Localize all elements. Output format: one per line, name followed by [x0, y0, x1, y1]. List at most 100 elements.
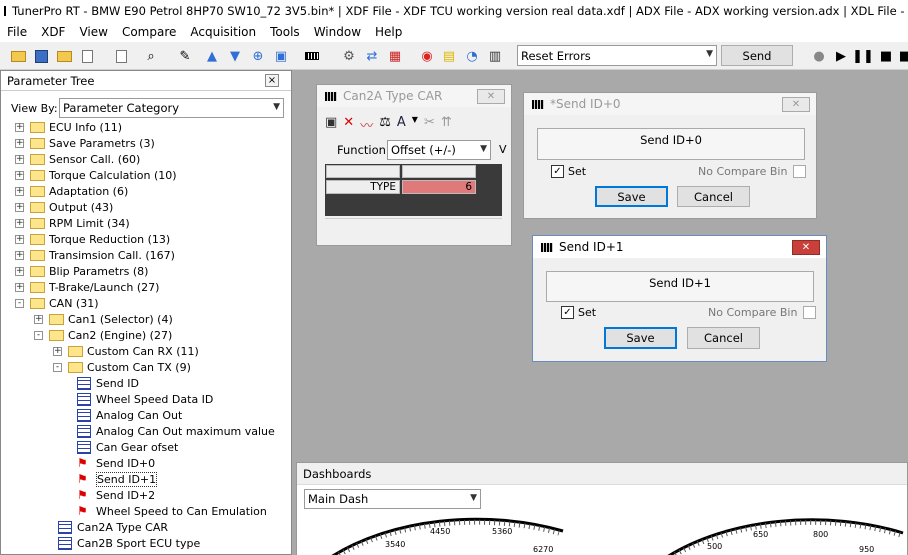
chart-icon[interactable]: 〰 — [360, 115, 373, 134]
save-button[interactable]: Save — [595, 186, 668, 207]
menu-acquisition[interactable]: Acquisition — [183, 25, 263, 39]
text-color-icon[interactable]: A — [397, 115, 406, 134]
tree-item[interactable]: ECU Info (11) — [30, 119, 122, 135]
delete-icon[interactable]: ✕ — [343, 115, 354, 134]
collapse-icon[interactable]: - — [34, 331, 43, 340]
expand-icon[interactable]: + — [15, 235, 24, 244]
no-compare-checkbox[interactable] — [803, 306, 817, 319]
flip-icon[interactable]: ⇈ — [441, 115, 452, 134]
expand-icon[interactable]: + — [15, 171, 24, 180]
swap-icon[interactable]: ⇄ — [363, 47, 381, 65]
chip-icon[interactable] — [303, 47, 321, 65]
collapse-icon[interactable]: - — [15, 299, 24, 308]
tree-item[interactable]: Can Gear ofset — [77, 439, 178, 455]
chip-flash-icon[interactable]: ▦ — [386, 47, 404, 65]
expand-icon[interactable]: + — [15, 283, 24, 292]
note-icon[interactable]: ▤ — [440, 47, 458, 65]
command-select[interactable]: Reset Errors ▼ — [517, 45, 717, 66]
function-select[interactable]: Offset (+/-) ▼ — [387, 140, 491, 160]
expand-icon[interactable]: + — [15, 123, 24, 132]
send-id0-field[interactable]: Send ID+0 — [537, 128, 805, 160]
filter-icon[interactable]: ⌕ — [142, 47, 160, 65]
tree-item[interactable]: Transimsion Call. (167) — [30, 247, 175, 263]
stop-icon[interactable]: ◉ — [418, 47, 436, 65]
tree-item[interactable]: Can2 (Engine) (27) — [49, 327, 172, 343]
tree-item[interactable]: Can2A Type CAR — [58, 519, 168, 535]
tree-item[interactable]: Save Parametrs (3) — [30, 135, 155, 151]
close-icon[interactable]: ✕ — [792, 240, 820, 255]
expand-icon[interactable]: + — [15, 155, 24, 164]
no-compare-checkbox[interactable] — [793, 165, 807, 178]
tree-item[interactable]: Can2B Sport ECU type — [58, 535, 200, 551]
cancel-button[interactable]: Cancel — [677, 186, 750, 207]
tree-item[interactable]: Torque Calculation (10) — [30, 167, 177, 183]
stop-square-icon[interactable]: ■ — [877, 47, 895, 65]
tree-item[interactable]: Custom Can RX (11) — [68, 343, 199, 359]
menu-window[interactable]: Window — [307, 25, 368, 39]
settings-icon[interactable]: ⚙ — [340, 47, 358, 65]
tree-item[interactable]: Sensor Call. (60) — [30, 151, 140, 167]
menu-file[interactable]: File — [0, 25, 34, 39]
tree-item[interactable]: ⚑ Send ID+2 — [77, 487, 155, 503]
menu-compare[interactable]: Compare — [115, 25, 183, 39]
tree-item[interactable]: T-Brake/Launch (27) — [30, 279, 159, 295]
send-button[interactable]: Send — [721, 45, 793, 66]
send-id1-field[interactable]: Send ID+1 — [546, 271, 814, 302]
tree-item[interactable]: Can1 (Selector) (4) — [49, 311, 173, 327]
download-icon[interactable]: ⊕ — [249, 47, 267, 65]
expand-icon[interactable]: + — [34, 315, 43, 324]
paste-icon[interactable]: ▣ — [272, 47, 290, 65]
save-button[interactable]: Save — [604, 327, 677, 349]
cut-icon[interactable]: ✂ — [424, 115, 435, 134]
menu-tools[interactable]: Tools — [263, 25, 307, 39]
tree-item[interactable]: Adaptation (6) — [30, 183, 128, 199]
gauge-icon[interactable]: ◔ — [463, 47, 481, 65]
collapse-icon[interactable]: - — [53, 363, 62, 372]
tree-item[interactable]: ⚑ Send ID+1 — [77, 471, 158, 487]
tree-item[interactable]: Analog Can Out — [77, 407, 182, 423]
graph-icon[interactable]: ▥ — [486, 47, 504, 65]
tree-item[interactable]: Blip Parametrs (8) — [30, 263, 148, 279]
tree-item[interactable]: RPM Limit (34) — [30, 215, 130, 231]
arrow-up-icon[interactable]: ▲ — [203, 47, 221, 65]
menu-help[interactable]: Help — [368, 25, 409, 39]
close-icon[interactable]: × — [265, 74, 279, 87]
balance-icon[interactable]: ⚖ — [379, 115, 391, 134]
value-cell[interactable]: 6 — [402, 180, 476, 194]
open-folder-icon[interactable] — [9, 47, 27, 65]
pause-icon[interactable]: ❚❚ — [852, 47, 874, 65]
expand-icon[interactable]: + — [53, 347, 62, 356]
expand-icon[interactable]: + — [15, 187, 24, 196]
expand-icon[interactable]: + — [15, 251, 24, 260]
set-checkbox[interactable]: ✓ — [551, 165, 564, 178]
open-file-icon[interactable] — [55, 47, 73, 65]
tree-item[interactable]: Wheel Speed Data ID — [77, 391, 213, 407]
set-checkbox[interactable]: ✓ — [561, 306, 574, 319]
arrow-down-icon[interactable]: ▼ — [226, 47, 244, 65]
close-icon[interactable]: ✕ — [477, 89, 505, 104]
tree-item[interactable]: ⚑ Send ID+0 — [77, 455, 155, 471]
expand-icon[interactable]: + — [15, 203, 24, 212]
cancel-button[interactable]: Cancel — [687, 327, 760, 349]
save-icon[interactable] — [32, 47, 50, 65]
expand-icon[interactable]: + — [15, 219, 24, 228]
probe-icon[interactable]: ✎ — [176, 47, 194, 65]
record-icon[interactable]: ● — [810, 47, 828, 65]
new-file-icon[interactable] — [112, 47, 130, 65]
copy-icon[interactable] — [78, 47, 96, 65]
close-icon[interactable]: ✕ — [782, 97, 810, 112]
tree-item[interactable]: Torque Reduction (13) — [30, 231, 170, 247]
tree-item[interactable]: Output (43) — [30, 199, 113, 215]
play-icon[interactable]: ▶ — [832, 47, 850, 65]
tree-item[interactable]: Send ID — [77, 375, 139, 391]
dropdown-icon[interactable]: ▼ — [412, 115, 418, 134]
expand-icon[interactable]: + — [15, 267, 24, 276]
tree-item[interactable]: ⚑ Wheel Speed to Can Emulation — [77, 503, 267, 519]
view-by-select[interactable]: Parameter Category ▼ — [59, 98, 284, 118]
menu-xdf[interactable]: XDF — [34, 25, 72, 39]
tree-item[interactable]: CAN (31) — [30, 295, 99, 311]
expand-icon[interactable]: + — [15, 139, 24, 148]
save-icon[interactable]: ▣ — [325, 115, 337, 134]
tree-item[interactable]: Analog Can Out maximum value — [77, 423, 275, 439]
menu-view[interactable]: View — [72, 25, 114, 39]
